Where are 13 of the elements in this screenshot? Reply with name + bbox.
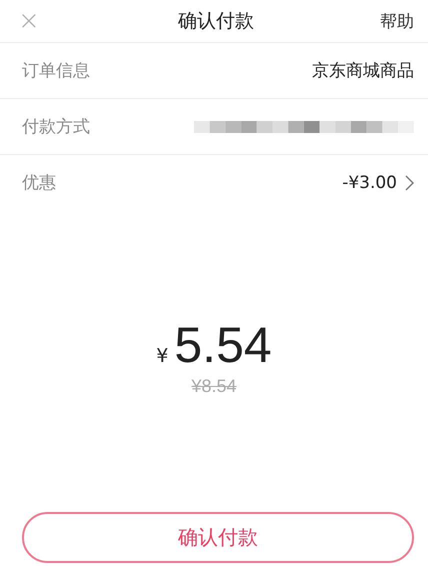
confirm-payment-button[interactable]: 确认付款: [22, 512, 414, 563]
currency-symbol: ¥: [156, 345, 168, 367]
help-link[interactable]: 帮助: [380, 10, 414, 32]
original-price: ¥8.54: [191, 376, 237, 397]
discount-value: -¥3.00: [342, 172, 397, 192]
row-value: 京东商城商品: [312, 60, 414, 82]
chevron-right-icon: [405, 174, 414, 190]
row-label: 付款方式: [22, 116, 90, 138]
row-label: 订单信息: [22, 60, 90, 82]
info-row[interactable]: 优惠 -¥3.00: [0, 154, 428, 210]
page-title: 确认付款: [178, 9, 254, 34]
row-label: 优惠: [22, 172, 56, 194]
payment-amount: 5.54: [174, 320, 272, 370]
